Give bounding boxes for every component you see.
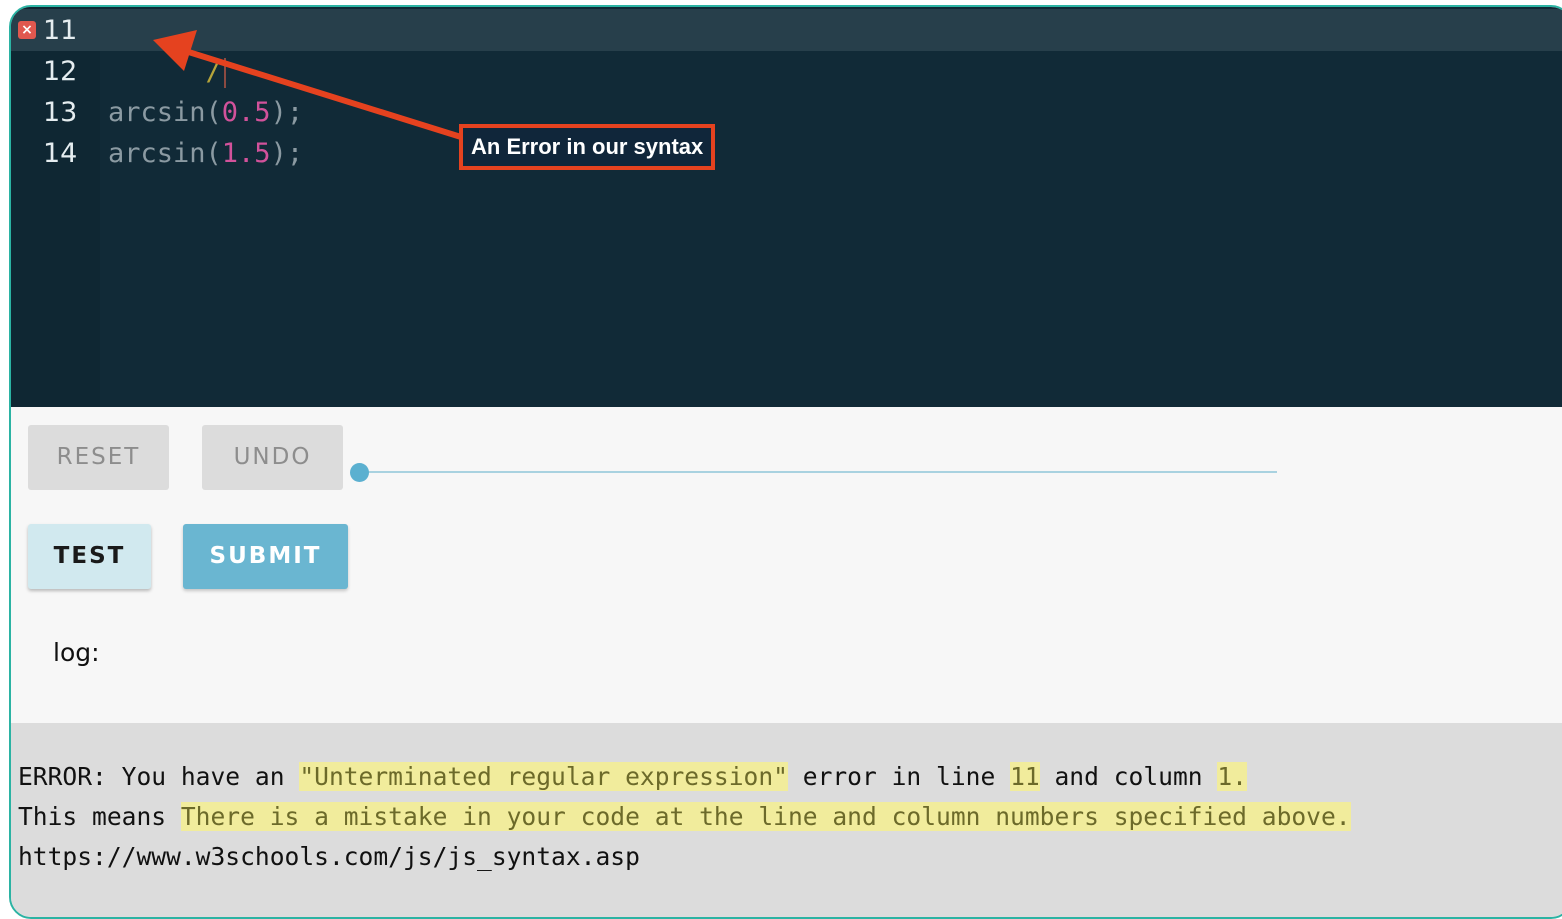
log-text: ERROR: You have an [18, 762, 300, 791]
log-explanation-line: This means There is a mistake in your co… [18, 800, 1351, 834]
test-button[interactable]: TEST [28, 524, 151, 589]
exercise-panel: × 11 12 13 14 / arcsin(0.5); arcsin(1.5)… [9, 5, 1562, 919]
annotation-arrow-icon [153, 30, 464, 140]
log-error-line: ERROR: You have an "Unterminated regular… [18, 760, 1247, 794]
error-column-number: 1. [1217, 762, 1247, 791]
error-explanation: There is a mistake in your code at the l… [180, 802, 1351, 831]
annotation-label: An Error in our syntax [459, 124, 716, 170]
log-output: ERROR: You have an "Unterminated regular… [11, 723, 1562, 917]
log-text: error in line [787, 762, 1011, 791]
undo-button[interactable]: UNDO [202, 425, 343, 490]
reset-button[interactable]: RESET [28, 425, 169, 490]
history-slider-track[interactable] [359, 471, 1277, 473]
error-line-number: 11 [1010, 762, 1040, 791]
submit-button[interactable]: SUBMIT [183, 524, 348, 589]
log-reference-link[interactable]: https://www.w3schools.com/js/js_syntax.a… [18, 840, 640, 874]
history-slider-thumb[interactable] [350, 463, 369, 482]
code-editor[interactable]: × 11 12 13 14 / arcsin(0.5); arcsin(1.5)… [11, 7, 1562, 407]
log-text: and column [1039, 762, 1218, 791]
log-text: This means [18, 802, 181, 831]
error-type: "Unterminated regular expression" [299, 762, 788, 791]
log-label: log: [53, 638, 100, 667]
